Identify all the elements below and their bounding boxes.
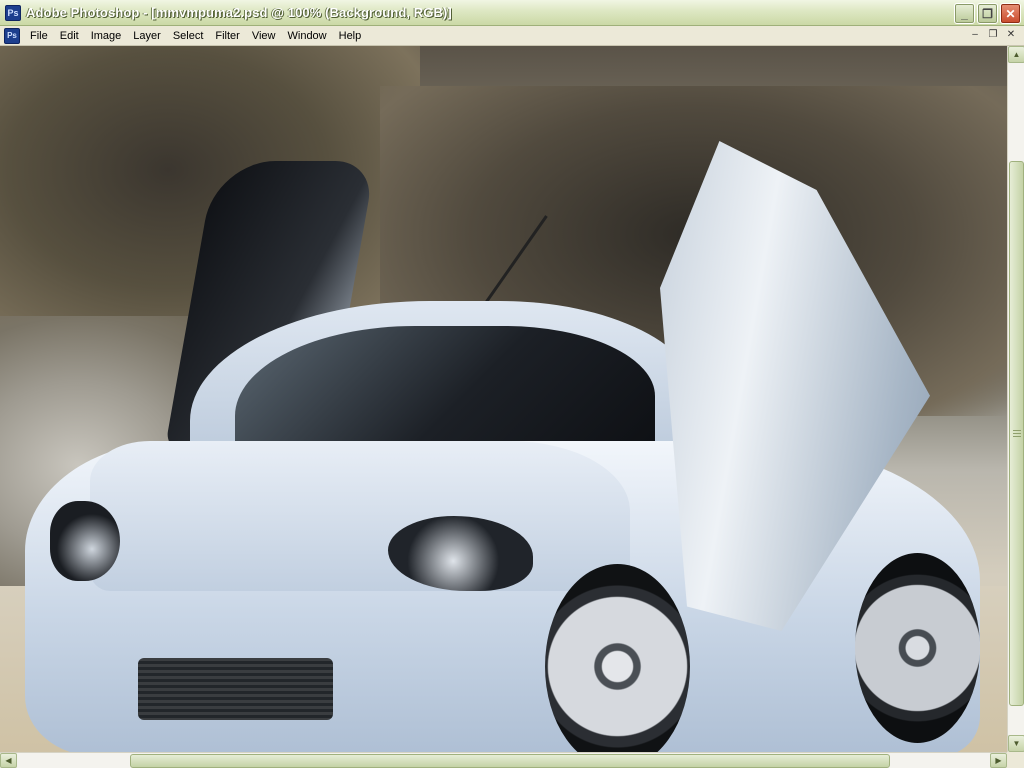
title-bar[interactable]: Ps Adobe Photoshop - [mmvmpuma2.psd @ 10… [0,0,1024,26]
doc-minimize-button[interactable]: – [968,28,982,42]
restore-button[interactable]: ❐ [977,3,998,24]
car-grille [138,658,333,720]
doc-restore-button[interactable]: ❐ [986,28,1000,42]
car-wheel-rear [855,553,980,743]
menu-bar: Ps File Edit Image Layer Select Filter V… [0,26,1024,46]
menu-edit[interactable]: Edit [54,26,85,46]
scroll-down-button[interactable]: ▼ [1008,735,1024,752]
car-hood [90,441,630,591]
window-title: Adobe Photoshop - [mmvmpuma2.psd @ 100% … [26,5,452,20]
grip-icon [1013,430,1021,431]
scrollbar-corner [1007,752,1024,768]
grip-icon [1013,436,1021,437]
horizontal-scroll-thumb[interactable] [130,754,890,768]
scroll-left-button[interactable]: ◀ [0,753,17,768]
close-button[interactable]: ✕ [1000,3,1021,24]
vertical-scroll-thumb[interactable] [1009,161,1024,706]
menu-view[interactable]: View [246,26,282,46]
minimize-button[interactable]: _ [954,3,975,24]
scroll-right-button[interactable]: ▶ [990,753,1007,768]
document-canvas[interactable] [0,46,1007,752]
car-headlight-left [50,501,120,581]
grip-icon [1013,433,1021,434]
menu-filter[interactable]: Filter [209,26,245,46]
window-controls: _ ❐ ✕ [954,3,1021,24]
menu-select[interactable]: Select [167,26,210,46]
document-controls: – ❐ ✕ [968,28,1018,42]
photoshop-icon[interactable]: Ps [5,4,21,21]
menu-window[interactable]: Window [282,26,333,46]
horizontal-scrollbar[interactable]: ◀ ▶ [0,752,1007,768]
scroll-up-button[interactable]: ▲ [1008,46,1024,63]
menu-file[interactable]: File [24,26,54,46]
vertical-scrollbar[interactable]: ▲ ▼ [1007,46,1024,752]
menu-layer[interactable]: Layer [127,26,167,46]
menu-help[interactable]: Help [333,26,368,46]
document-icon[interactable]: Ps [4,27,20,44]
menu-image[interactable]: Image [85,26,128,46]
doc-close-button[interactable]: ✕ [1004,28,1018,42]
